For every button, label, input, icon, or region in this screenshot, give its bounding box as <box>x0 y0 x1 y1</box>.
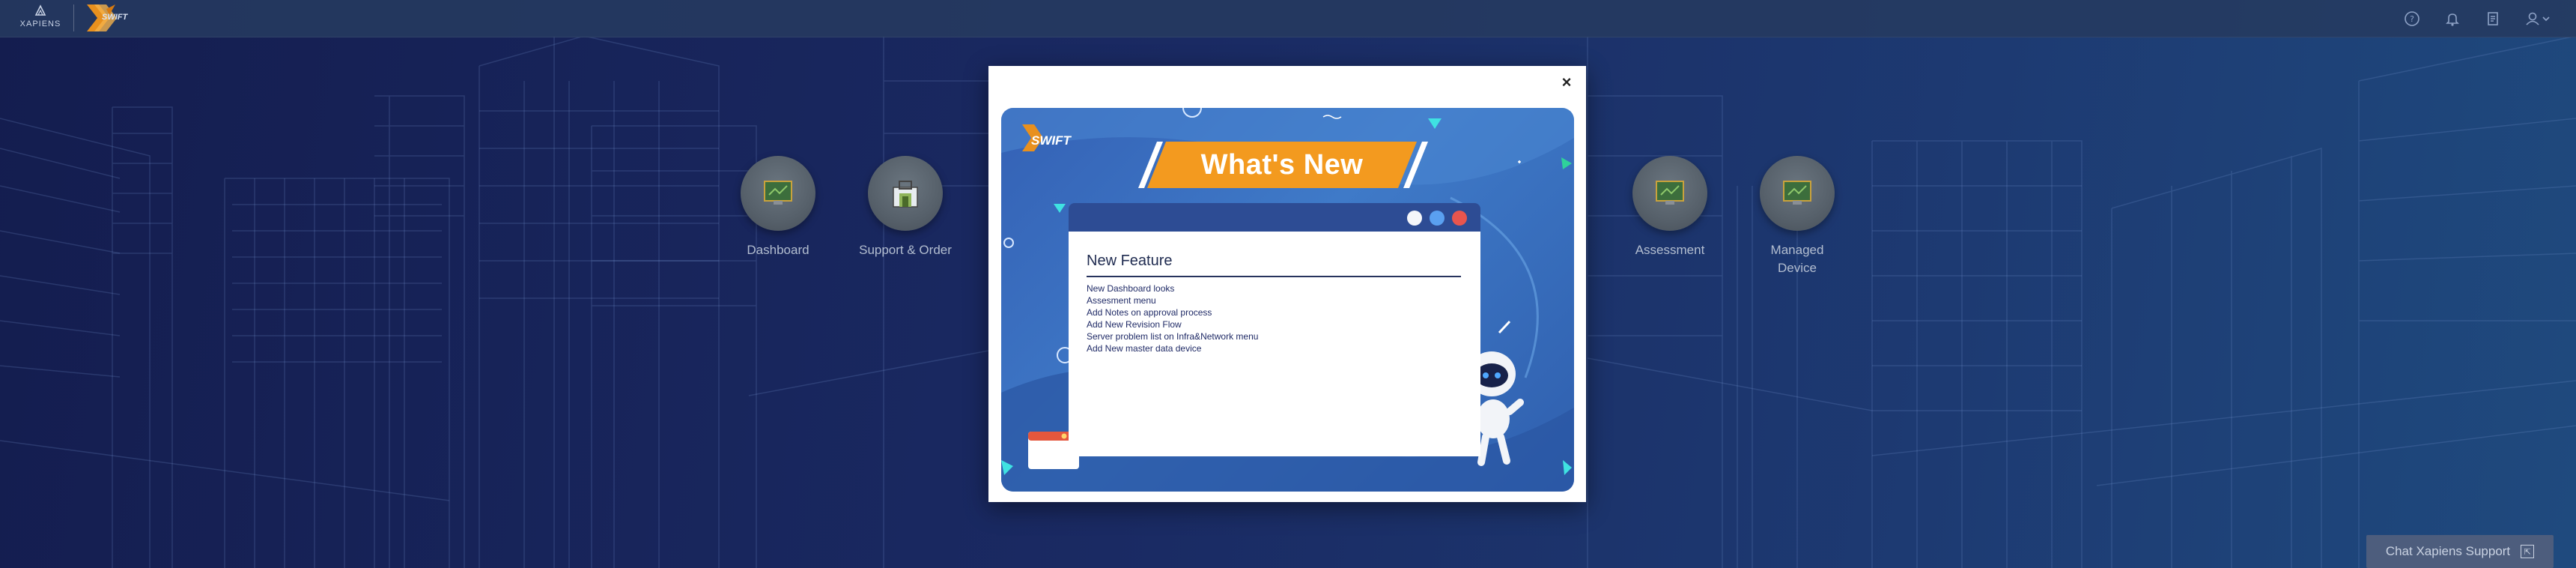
whats-new-title: What's New <box>1200 148 1364 181</box>
chat-support-label: Chat Xapiens Support <box>2385 544 2511 558</box>
feature-list: New Dashboard looks Assesment menu Add N… <box>1087 283 1258 354</box>
expand-icon: ⇱ <box>2521 545 2535 558</box>
xapiens-mark-icon <box>34 4 46 16</box>
list-item: New Dashboard looks <box>1087 283 1175 294</box>
dashboard-circle[interactable] <box>741 156 815 231</box>
module-managed-device[interactable]: Managed Device <box>1722 156 1872 277</box>
monitor-icon <box>1656 181 1684 205</box>
feature-window-titlebar <box>1069 203 1480 232</box>
user-menu-icon[interactable] <box>2524 9 2554 28</box>
monitor-icon <box>764 181 792 205</box>
banner-logo: SWIFT <box>1031 133 1071 148</box>
xapiens-logo[interactable]: XAPIENS <box>16 4 64 31</box>
whats-new-modal: × SWIFT What's New New Feature New Dashb… <box>988 66 1586 502</box>
help-circle-icon[interactable]: ? <box>2402 9 2422 28</box>
monitor-icon <box>1783 181 1811 205</box>
window-dot-blue <box>1430 211 1445 226</box>
list-item: Assesment menu <box>1087 295 1156 306</box>
window-dot-red <box>1452 211 1467 226</box>
top-navigation-bar: XAPIENS SWIFT ? <box>0 0 2576 37</box>
bell-icon[interactable] <box>2443 9 2462 28</box>
feature-divider <box>1087 276 1461 277</box>
list-item: Server problem list on Infra&Network men… <box>1087 331 1259 342</box>
svg-text:?: ? <box>2410 14 2414 24</box>
brand-name: XAPIENS <box>19 19 61 28</box>
close-button[interactable]: × <box>1558 73 1576 91</box>
brand-divider <box>73 4 74 31</box>
support-order-circle[interactable] <box>868 156 943 231</box>
list-item: Add Notes on approval process <box>1087 307 1212 318</box>
feature-window: New Feature New Dashboard looks Assesmen… <box>1069 232 1480 456</box>
window-dot-white <box>1407 211 1422 226</box>
product-name: SWIFT <box>102 13 128 22</box>
module-label: Support & Order <box>859 243 952 257</box>
list-item: Add New master data device <box>1087 343 1202 354</box>
assessment-circle[interactable] <box>1632 156 1707 231</box>
whats-new-banner: SWIFT What's New New Feature New Dashboa… <box>1001 108 1574 492</box>
managed-device-circle[interactable] <box>1760 156 1835 231</box>
list-item: Add New Revision Flow <box>1087 319 1182 330</box>
module-support-order[interactable]: Support & Order <box>830 156 980 259</box>
chat-support-button[interactable]: Chat Xapiens Support ⇱ <box>2366 535 2554 568</box>
module-label: Managed Device <box>1770 243 1824 275</box>
notes-icon[interactable] <box>2483 9 2503 28</box>
toolbox-icon <box>893 181 918 208</box>
feature-title: New Feature <box>1087 253 1173 269</box>
